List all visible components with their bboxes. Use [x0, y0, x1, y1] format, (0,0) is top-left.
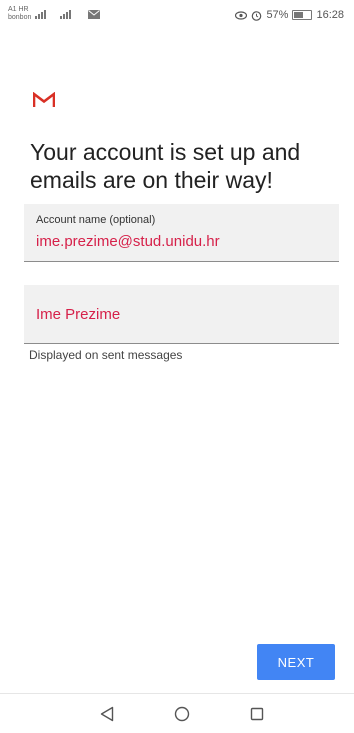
back-icon — [100, 706, 114, 722]
carrier-name: A1 HR bonbon — [8, 6, 31, 22]
display-name-helper: Displayed on sent messages — [29, 348, 183, 362]
status-bar: A1 HR bonbon 57% 16:28 — [0, 0, 354, 30]
navigation-bar — [0, 694, 354, 733]
account-name-field[interactable]: Account name (optional) ime.prezime@stud… — [24, 204, 339, 262]
signal-icon — [35, 10, 46, 19]
carrier-line-1: A1 HR — [8, 6, 29, 13]
battery-icon — [292, 10, 313, 20]
mail-icon — [88, 10, 100, 19]
recents-button[interactable] — [245, 702, 269, 726]
back-button[interactable] — [95, 702, 119, 726]
carrier-line-2: bonbon — [8, 14, 32, 21]
signal-icon — [60, 10, 71, 19]
home-button[interactable] — [170, 702, 194, 726]
account-name-value[interactable]: ime.prezime@stud.unidu.hr — [36, 233, 220, 250]
account-name-label: Account name (optional) — [36, 214, 156, 226]
recents-icon — [250, 707, 264, 721]
display-name-field[interactable]: Ime Prezime — [24, 285, 339, 344]
eye-icon — [235, 10, 248, 20]
alarm-icon — [252, 10, 262, 21]
status-right: 57% 16:28 — [235, 9, 344, 21]
home-icon — [174, 706, 190, 722]
gmail-setup-screen: A1 HR bonbon 57% 16:28 Your account is s… — [0, 0, 354, 733]
battery-percent: 57% — [266, 9, 289, 21]
clock: 16:28 — [316, 9, 344, 21]
display-name-value[interactable]: Ime Prezime — [36, 306, 120, 323]
next-button[interactable]: NEXT — [257, 644, 335, 680]
page-title: Your account is set up and emails are on… — [30, 139, 301, 193]
gmail-logo-icon — [33, 92, 55, 107]
